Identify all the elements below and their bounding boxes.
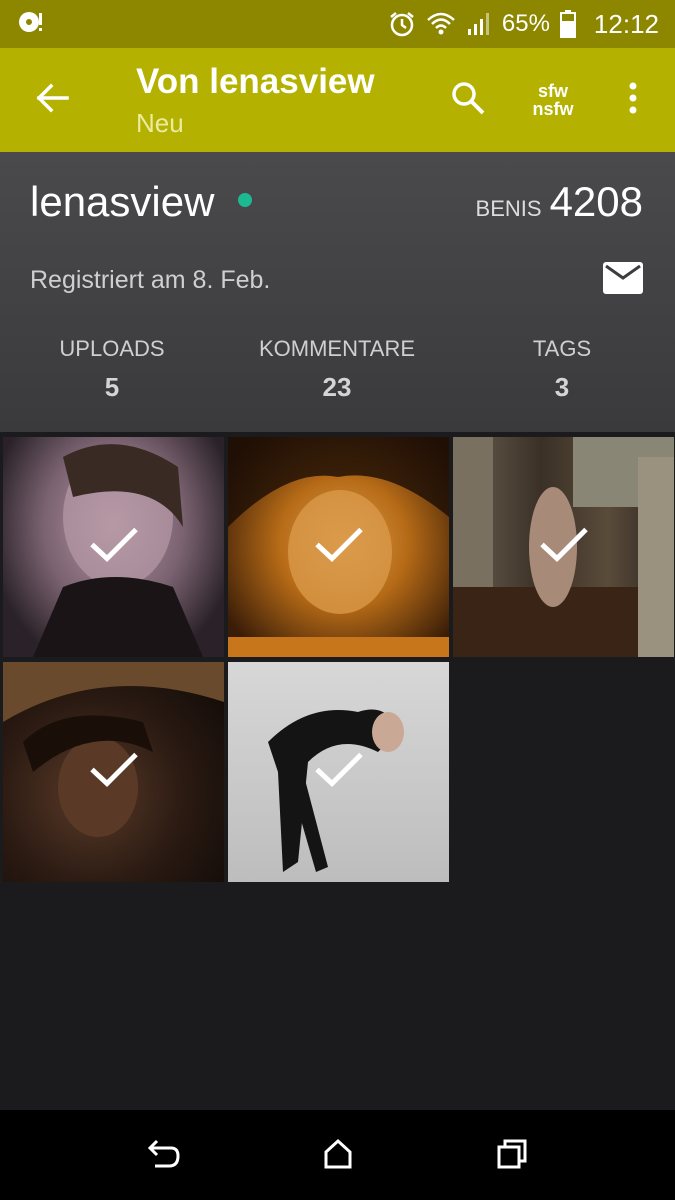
upload-thumbnail[interactable] — [228, 662, 449, 882]
nav-back-icon — [145, 1138, 181, 1175]
search-icon — [450, 80, 486, 121]
nav-home-button[interactable] — [316, 1134, 360, 1178]
benis-score: BENIS 4208 — [476, 178, 643, 226]
nav-home-icon — [322, 1138, 354, 1175]
app-bar: Von lenasview Neu sfw nsfw — [0, 48, 675, 152]
check-icon — [89, 527, 139, 568]
check-icon — [314, 752, 364, 793]
profile-username: lenasview — [30, 178, 215, 225]
stat-comments-value: 23 — [322, 372, 352, 402]
notification-icon — [16, 7, 46, 42]
check-icon — [89, 752, 139, 793]
upload-thumbnail[interactable] — [3, 662, 224, 882]
status-left — [16, 7, 46, 42]
stat-tags-label: TAGS — [532, 336, 592, 361]
benis-value: 4208 — [549, 178, 643, 225]
stat-tags-value: 3 — [554, 372, 570, 402]
send-message-button[interactable] — [603, 262, 643, 296]
back-button[interactable] — [0, 48, 106, 152]
nav-back-button[interactable] — [141, 1134, 185, 1178]
sfw-label: sfw — [537, 81, 568, 101]
clock: 12:12 — [593, 8, 659, 39]
stat-uploads-label: UPLOADS — [59, 336, 165, 361]
title-block: Von lenasview Neu — [106, 62, 433, 139]
search-button[interactable] — [433, 48, 503, 152]
online-status-dot — [238, 193, 252, 207]
more-vert-icon — [628, 82, 638, 119]
battery-icon — [559, 10, 576, 38]
alarm-icon — [388, 10, 416, 38]
nav-recents-button[interactable] — [490, 1134, 534, 1178]
benis-label: BENIS — [475, 196, 542, 221]
wifi-icon — [426, 10, 456, 38]
profile-panel: lenasview BENIS 4208 Registriert am 8. F… — [0, 152, 675, 432]
stat-uploads[interactable]: UPLOADS 5 — [0, 336, 224, 403]
stat-tags[interactable]: TAGS 3 — [450, 336, 674, 403]
stat-comments[interactable]: KOMMENTARE 23 — [225, 336, 449, 403]
check-icon — [539, 527, 589, 568]
overflow-menu-button[interactable] — [603, 48, 663, 152]
signal-icon — [466, 11, 492, 37]
mail-icon — [603, 262, 643, 298]
page-title: Von lenasview — [136, 61, 375, 101]
back-arrow-icon — [36, 83, 70, 118]
nsfw-label: nsfw — [532, 99, 574, 119]
upload-thumbnail[interactable] — [3, 437, 224, 657]
stat-comments-label: KOMMENTARE — [258, 336, 416, 361]
battery-percent: 65% — [501, 10, 550, 37]
nav-recents-icon — [496, 1138, 528, 1175]
upload-thumbnail[interactable] — [453, 437, 674, 657]
system-navigation-bar — [0, 1110, 675, 1200]
upload-thumbnail[interactable] — [228, 437, 449, 657]
stat-uploads-value: 5 — [104, 372, 120, 402]
content-filter-button[interactable]: sfw nsfw — [503, 48, 603, 152]
status-bar: 65% 12:12 — [0, 0, 675, 48]
registration-date: Registriert am 8. Feb. — [30, 266, 271, 294]
page-subtitle: Neu — [136, 107, 184, 138]
status-right: 65% 12:12 — [388, 9, 659, 40]
check-icon — [314, 527, 364, 568]
